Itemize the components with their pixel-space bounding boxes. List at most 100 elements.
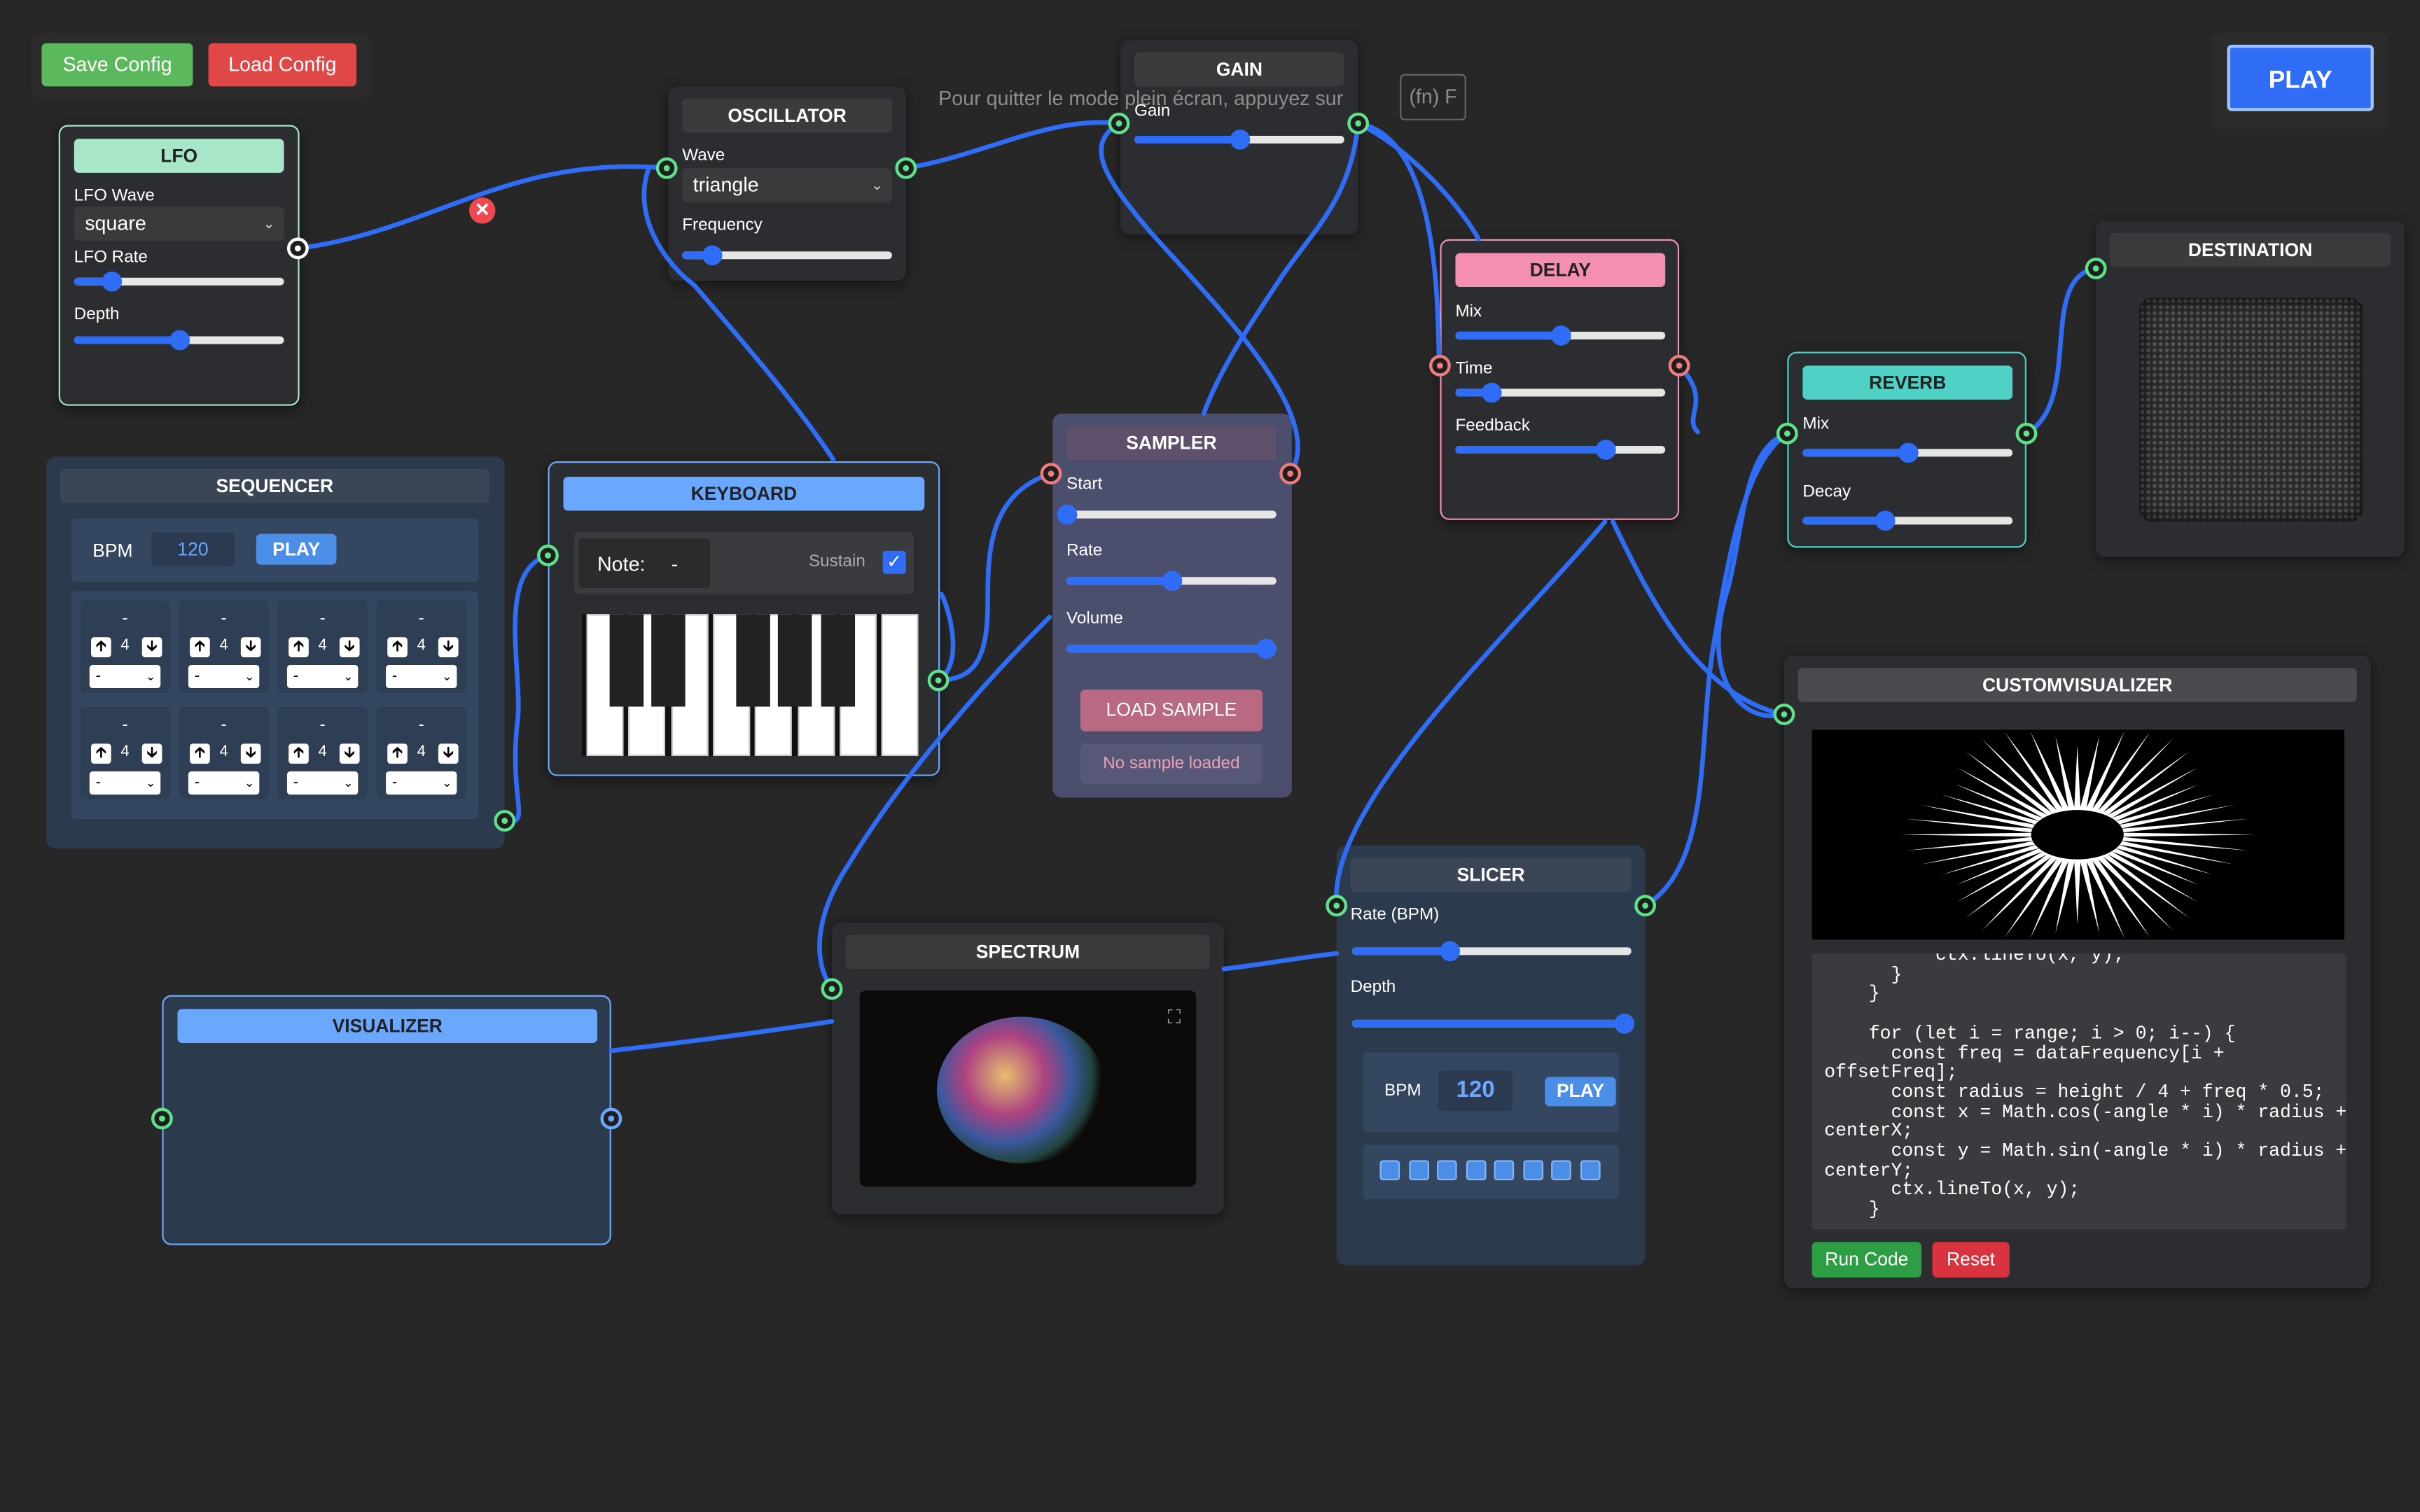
slicer-input-port[interactable] [1326,895,1348,917]
slice-pad[interactable] [1551,1160,1571,1181]
lfo-rate-slider[interactable] [74,265,284,296]
run-code-button[interactable]: Run Code [1811,1242,1922,1278]
play-button[interactable]: PLAY [2227,44,2374,111]
slider-thumb[interactable] [102,271,123,292]
slice-pad[interactable] [1437,1160,1457,1181]
piano-black-key[interactable] [736,614,770,707]
load-sample-button[interactable]: LOAD SAMPLE [1080,690,1263,732]
step-note-select[interactable]: - ⌄ [89,771,161,795]
keyboard-input-port[interactable] [537,545,559,566]
octave-up-icon[interactable]: 🡱 [387,743,408,764]
slicer-bpm-input[interactable]: 120 [1438,1070,1513,1111]
gain-node[interactable]: GAIN Gain [1120,40,1358,235]
spectrum-node[interactable]: SPECTRUM ⛶ [832,923,1224,1214]
step-note-select[interactable]: - ⌄ [188,664,260,689]
octave-down-icon[interactable]: 🡳 [141,637,162,657]
lfo-node[interactable]: LFO LFO Wave square ⌄ LFO Rate Depth [58,125,300,406]
sampler-rate-slider[interactable] [1066,565,1277,596]
sequencer-step[interactable]: - 🡱 4 🡳 - ⌄ [277,706,368,799]
gain-output-port[interactable] [1347,112,1370,134]
slice-pad[interactable] [1522,1160,1543,1181]
sequencer-node[interactable]: SEQUENCER BPM 120 PLAY - 🡱 4 🡳 - ⌄ - 🡱 4 🡳 - ⌄ - 🡱 4 🡳 -… [46,456,505,849]
oscillator-wave-select[interactable]: triangle ⌄ [682,168,892,202]
octave-up-icon[interactable]: 🡱 [288,743,309,764]
slider-thumb[interactable] [1875,510,1896,531]
code-editor[interactable]: ctx.lineTo(x, y); } } for (let i = range… [1811,953,2346,1230]
octave-down-icon[interactable]: 🡳 [240,743,261,764]
code-text[interactable]: ctx.lineTo(x, y); } } for (let i = range… [1824,953,2346,1220]
slider-thumb[interactable] [1551,326,1571,346]
slider-thumb[interactable] [1256,638,1277,659]
customvisualizer-input-port[interactable] [1773,704,1795,725]
piano-white-key[interactable] [881,614,919,757]
step-note-select[interactable]: - ⌄ [286,664,359,689]
oscillator-input-port[interactable] [655,157,678,179]
octave-up-icon[interactable]: 🡱 [91,637,111,657]
delay-mix-slider[interactable] [1455,319,1666,350]
delay-feedback-slider[interactable] [1455,433,1666,464]
slicer-depth-slider[interactable] [1351,1007,1634,1038]
slicer-output-port[interactable] [1634,895,1656,917]
slider-thumb[interactable] [1162,570,1183,592]
step-note-select[interactable]: - ⌄ [286,771,359,795]
step-note-select[interactable]: - ⌄ [188,771,260,795]
destination-node[interactable]: DESTINATION [2096,220,2405,557]
reverb-input-port[interactable] [1776,422,1798,444]
sampler-start-slider[interactable] [1057,498,1277,529]
slice-pad[interactable] [1579,1160,1600,1181]
step-note-select[interactable]: - ⌄ [386,664,457,689]
gain-input-port[interactable] [1108,112,1130,134]
slider-thumb[interactable] [1613,1014,1634,1034]
sequencer-step[interactable]: - 🡱 4 🡳 - ⌄ [376,706,466,799]
visualizer-node[interactable]: VISUALIZER [162,995,611,1245]
delay-time-slider[interactable] [1455,377,1666,407]
lfo-output-port[interactable] [286,237,309,260]
slider-thumb[interactable] [1230,130,1251,150]
lfo-wave-select[interactable]: square ⌄ [74,206,284,241]
load-config-button[interactable]: Load Config [208,43,357,87]
slider-thumb[interactable] [1898,442,1919,463]
gain-slider[interactable] [1134,123,1344,154]
step-note-select[interactable]: - ⌄ [386,771,457,795]
node-editor-canvas[interactable]: Save Config Load Config PLAY Pour quitte… [0,0,2420,1512]
visualizer-output-port[interactable] [600,1107,623,1130]
oscillator-node[interactable]: OSCILLATOR Wave triangle ⌄ Frequency [668,86,906,281]
save-config-button[interactable]: Save Config [41,43,193,87]
octave-down-icon[interactable]: 🡳 [438,743,459,764]
sequencer-play-button[interactable]: PLAY [256,533,337,565]
oscillator-frequency-slider[interactable] [682,239,892,270]
visualizer-input-port[interactable] [151,1107,173,1130]
reset-button[interactable]: Reset [1932,1242,2010,1278]
slice-pad[interactable] [1494,1160,1515,1181]
piano-black-key[interactable] [778,614,812,707]
sequencer-step[interactable]: - 🡱 4 🡳 - ⌄ [376,600,466,693]
octave-down-icon[interactable]: 🡳 [240,637,261,657]
sequencer-output-port[interactable] [494,810,516,832]
reverb-mix-slider[interactable] [1802,437,2013,468]
delay-output-port[interactable] [1668,354,1690,377]
delay-input-port[interactable] [1428,354,1451,377]
reverb-decay-slider[interactable] [1802,505,2013,536]
octave-down-icon[interactable]: 🡳 [438,637,459,657]
slider-thumb[interactable] [1482,382,1502,403]
octave-up-icon[interactable]: 🡱 [91,743,111,764]
octave-up-icon[interactable]: 🡱 [190,743,210,764]
octave-down-icon[interactable]: 🡳 [339,637,360,657]
expand-icon[interactable]: ⛶ [1168,1006,1181,1029]
slicer-play-button[interactable]: PLAY [1545,1077,1616,1107]
octave-up-icon[interactable]: 🡱 [387,637,408,657]
keyboard-node[interactable]: KEYBOARD Note: - Sustain ✓ [548,461,940,776]
keyboard-output-port[interactable] [927,669,950,692]
reverb-node[interactable]: REVERB Mix Decay [1787,351,2026,548]
sampler-output-port[interactable] [1279,463,1302,485]
octave-up-icon[interactable]: 🡱 [288,637,309,657]
sustain-checkbox[interactable]: ✓ [882,550,906,574]
step-note-select[interactable]: - ⌄ [89,664,161,689]
piano-black-key[interactable] [820,614,854,707]
piano-black-key[interactable] [609,614,644,707]
slider-thumb[interactable] [1440,941,1461,962]
customvisualizer-node[interactable]: CUSTOMVISUALIZER ctx.lineTo(x, y); } } f… [1783,655,2371,1289]
slicer-rate-slider[interactable] [1351,935,1632,966]
slider-thumb[interactable] [1057,504,1078,525]
sequencer-step[interactable]: - 🡱 4 🡳 - ⌄ [80,600,170,693]
